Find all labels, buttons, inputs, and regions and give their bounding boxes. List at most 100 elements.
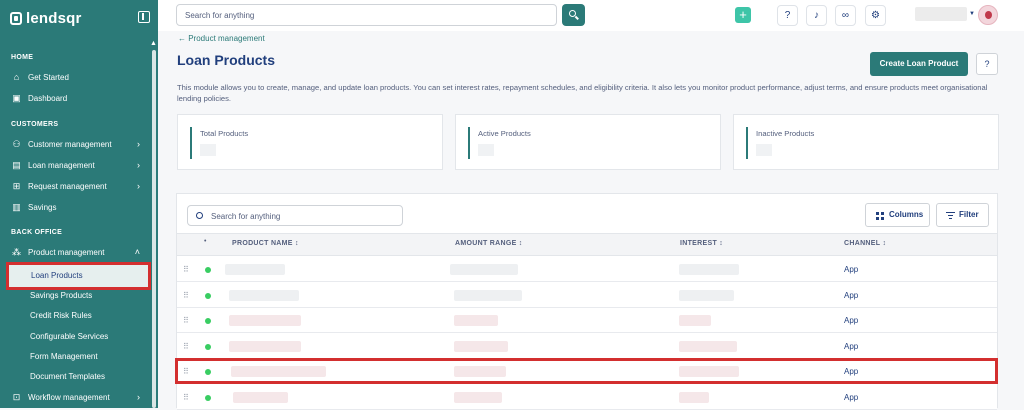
create-loan-product-button[interactable]: Create Loan Product — [870, 52, 968, 76]
sidebar-sub-item-document-templates[interactable]: Document Templates — [30, 372, 105, 381]
columns-label: Columns — [889, 210, 924, 219]
columns-button[interactable]: Columns — [865, 203, 930, 227]
global-search-input[interactable]: Search for anything — [176, 4, 557, 26]
sidebar-item-label: Get Started — [28, 72, 69, 82]
column-header-interest[interactable]: INTEREST ↕ — [680, 240, 723, 247]
amount-range-redacted — [454, 341, 508, 352]
table-row[interactable]: ⠿ App — [177, 257, 997, 282]
help-icon[interactable]: ? — [777, 5, 798, 26]
page-description: This module allows you to create, manage… — [177, 83, 988, 103]
page-help-icon[interactable]: ? — [976, 53, 998, 75]
notification-bell-icon[interactable]: ♪ — [806, 5, 827, 26]
scroll-up-icon[interactable]: ▲ — [150, 40, 157, 47]
sidebar-item-workflow-management[interactable]: ⊡ Workflow management › — [11, 389, 146, 405]
sidebar-item-savings[interactable]: ▥ Savings — [11, 199, 146, 215]
product-name-redacted — [233, 392, 288, 403]
stat-card-active-products: Active Products — [455, 114, 721, 170]
sidebar-item-label: Dashboard — [28, 93, 68, 103]
sidebar-item-product-management[interactable]: ⁂ Product management ˄ — [11, 244, 146, 260]
column-header-channel[interactable]: CHANNEL ↕ — [844, 240, 886, 247]
drag-handle-icon[interactable]: ⠿ — [183, 393, 189, 402]
sidebar-item-dashboard[interactable]: ▣ Dashboard — [11, 90, 146, 106]
column-header-amount-range[interactable]: AMOUNT RANGE ↕ — [455, 240, 523, 247]
table-search-input[interactable]: Search for anything — [187, 205, 403, 226]
stat-value-redacted — [478, 144, 494, 156]
sidebar: lendsqr ▲ HOME ⌂ Get Started ▣ Dashboard… — [0, 0, 158, 408]
channel-cell: App — [844, 393, 859, 402]
product-icon: ⁂ — [12, 247, 21, 257]
sidebar-scrollbar[interactable] — [152, 50, 156, 408]
sidebar-sub-item-credit-risk-rules[interactable]: Credit Risk Rules — [30, 311, 92, 320]
columns-grid-icon — [876, 212, 884, 220]
table-row[interactable]: ⠿ App — [177, 283, 997, 308]
sidebar-item-get-started[interactable]: ⌂ Get Started — [11, 69, 146, 85]
avatar[interactable] — [978, 5, 998, 25]
status-column-header: • — [204, 238, 207, 245]
sidebar-sub-item-configurable-services[interactable]: Configurable Services — [30, 332, 108, 341]
global-search-button[interactable] — [562, 4, 585, 26]
link-icon[interactable]: ∞ — [835, 5, 856, 26]
chevron-up-icon: ˄ — [134, 247, 140, 257]
sidebar-item-loan-management[interactable]: ▤ Loan management › — [11, 157, 146, 173]
workflow-icon: ⊡ — [12, 392, 21, 402]
drag-handle-icon[interactable]: ⠿ — [183, 342, 189, 351]
loan-icon: ▤ — [12, 160, 21, 170]
section-back-office: BACK OFFICE — [11, 229, 63, 236]
caret-down-icon[interactable]: ▼ — [969, 11, 975, 17]
drag-handle-icon[interactable]: ⠿ — [183, 316, 189, 325]
settings-gear-icon[interactable]: ⚙ — [865, 5, 886, 26]
stat-card-inactive-products: Inactive Products — [733, 114, 999, 170]
product-name-redacted — [229, 341, 301, 352]
drag-handle-icon[interactable]: ⠿ — [183, 291, 189, 300]
stat-accent-bar — [190, 127, 192, 159]
stat-value-redacted — [756, 144, 772, 156]
status-active-dot — [205, 395, 211, 401]
status-active-dot — [205, 293, 211, 299]
search-icon — [196, 212, 203, 219]
chevron-right-icon: › — [137, 392, 140, 402]
logo-icon — [10, 11, 22, 25]
user-name[interactable] — [915, 7, 967, 21]
sidebar-item-label: Savings — [28, 202, 57, 212]
dashboard-icon: ▣ — [12, 93, 21, 103]
table-search-placeholder: Search for anything — [211, 212, 281, 221]
amount-range-redacted — [454, 315, 498, 326]
filter-button[interactable]: Filter — [936, 203, 989, 227]
stat-accent-bar — [468, 127, 470, 159]
drag-handle-icon[interactable]: ⠿ — [183, 265, 189, 274]
filter-label: Filter — [959, 210, 979, 219]
channel-cell: App — [844, 265, 859, 274]
chevron-right-icon: › — [137, 181, 140, 191]
table-row[interactable]: ⠿ App — [177, 334, 997, 359]
collapse-sidebar-icon[interactable] — [138, 11, 150, 23]
sidebar-sub-item-savings-products[interactable]: Savings Products — [30, 291, 92, 300]
home-icon: ⌂ — [13, 72, 20, 82]
page-title: Loan Products — [177, 52, 276, 68]
brand-name: lendsqr — [26, 9, 82, 27]
section-home: HOME — [11, 54, 34, 61]
add-icon[interactable]: + — [735, 7, 751, 23]
table-row[interactable]: ⠿ App — [177, 308, 997, 333]
savings-icon: ▥ — [12, 202, 21, 212]
selected-row-highlight — [175, 358, 998, 384]
amount-range-redacted — [450, 264, 518, 275]
sidebar-item-label: Workflow management — [28, 392, 110, 402]
stat-value-redacted — [200, 144, 216, 156]
section-customers: CUSTOMERS — [11, 121, 59, 128]
product-name-redacted — [225, 264, 285, 275]
stat-label: Inactive Products — [756, 129, 815, 138]
table-row[interactable]: ⠿ App — [177, 385, 997, 410]
column-header-product-name[interactable]: PRODUCT NAME ↕ — [232, 240, 299, 247]
logo[interactable]: lendsqr — [10, 8, 82, 28]
interest-redacted — [679, 315, 711, 326]
sidebar-sub-item-loan-products[interactable]: Loan Products — [31, 271, 83, 280]
product-name-redacted — [229, 315, 301, 326]
sidebar-sub-item-form-management[interactable]: Form Management — [30, 352, 98, 361]
sidebar-item-request-management[interactable]: ⊞ Request management › — [11, 178, 146, 194]
sidebar-item-label: Customer management — [28, 139, 112, 149]
interest-redacted — [679, 290, 734, 301]
sidebar-item-label: Product management — [28, 247, 105, 257]
stat-label: Active Products — [478, 129, 531, 138]
breadcrumb[interactable]: ← Product management — [178, 34, 265, 43]
sidebar-item-customer-management[interactable]: ⚇ Customer management › — [11, 136, 146, 152]
